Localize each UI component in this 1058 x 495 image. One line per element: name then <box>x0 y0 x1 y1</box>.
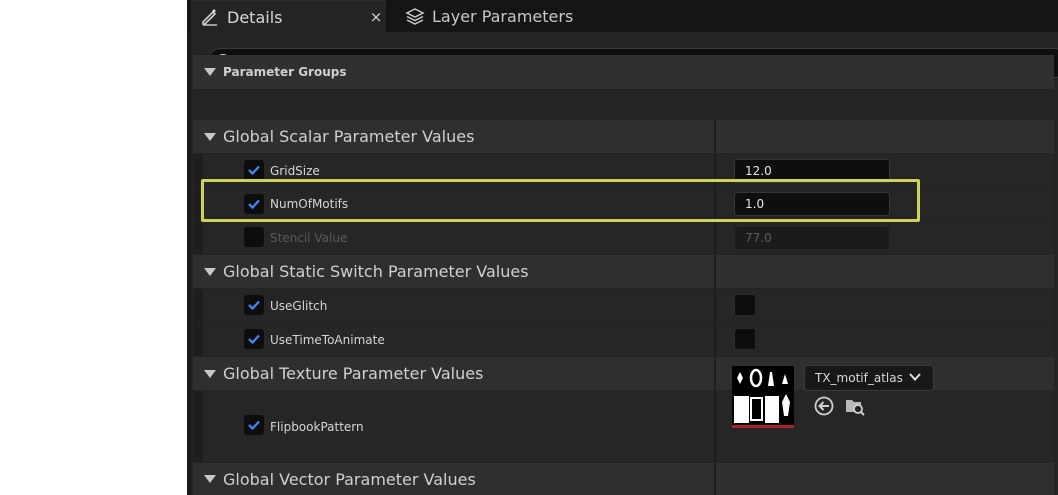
property-row-flipbookpattern: FlipbookPattern <box>193 391 1054 462</box>
category-label: Global Static Switch Parameter Values <box>223 262 529 281</box>
column-divider <box>714 463 716 495</box>
category-label: Global Texture Parameter Values <box>223 364 484 383</box>
category-global-vector[interactable]: Global Vector Parameter Values <box>193 463 1054 495</box>
category-label: Parameter Groups <box>223 65 347 79</box>
value-text: 77.0 <box>745 231 772 245</box>
property-row-stencil-value: Stencil Value 77.0 <box>193 221 1054 254</box>
texture-thumbnail[interactable] <box>732 366 794 425</box>
property-name: UseTimeToAnimate <box>270 332 385 347</box>
override-checkbox[interactable] <box>244 227 264 247</box>
category-global-scalar[interactable]: Global Scalar Parameter Values <box>193 120 1054 153</box>
collapse-arrow-icon[interactable] <box>204 267 216 276</box>
chevron-down-icon <box>909 373 921 381</box>
collapse-arrow-icon[interactable] <box>204 475 216 483</box>
override-checkbox[interactable] <box>244 160 264 180</box>
override-checkbox[interactable] <box>244 329 264 349</box>
collapse-arrow-icon[interactable] <box>204 68 216 76</box>
row-gutter <box>193 289 203 322</box>
column-divider <box>714 221 716 254</box>
pencil-icon <box>199 6 221 28</box>
property-name: UseGlitch <box>270 298 328 313</box>
row-gutter <box>193 221 203 254</box>
close-icon[interactable]: × <box>368 7 384 27</box>
column-divider <box>714 323 716 356</box>
row-gutter <box>193 391 203 462</box>
scalar-value-field[interactable]: 77.0 <box>734 226 890 250</box>
texture-asset-picker[interactable]: TX_motif_atlas <box>804 365 934 391</box>
tab-layer-parameters[interactable]: Layer Parameters <box>396 0 573 32</box>
texture-thumbnail-bar <box>732 425 794 428</box>
column-divider <box>714 255 716 288</box>
use-selected-asset-icon[interactable] <box>813 395 835 417</box>
column-divider <box>714 391 716 462</box>
desktop-background <box>0 0 187 495</box>
collapse-arrow-icon[interactable] <box>204 369 216 378</box>
tab-details-label: Details <box>227 7 283 27</box>
column-divider <box>714 120 716 153</box>
tab-details[interactable]: Details × <box>191 0 386 33</box>
switch-value-checkbox[interactable] <box>734 294 756 316</box>
property-row-usetimetoanimate: UseTimeToAnimate <box>193 323 1054 356</box>
tab-layer-parameters-label: Layer Parameters <box>432 6 574 26</box>
row-gutter <box>193 323 203 356</box>
property-name: Stencil Value <box>270 230 348 245</box>
tab-bar: Details × Layer Parameters <box>187 0 1058 33</box>
override-checkbox[interactable] <box>244 415 264 435</box>
browse-to-asset-icon[interactable] <box>844 395 866 417</box>
category-global-static-switch[interactable]: Global Static Switch Parameter Values <box>193 255 1054 288</box>
category-label: Global Vector Parameter Values <box>223 469 476 489</box>
override-checkbox[interactable] <box>244 295 264 315</box>
column-divider <box>714 357 716 390</box>
collapse-arrow-icon[interactable] <box>204 132 216 141</box>
category-label: Global Scalar Parameter Values <box>223 127 475 146</box>
category-parameter-groups[interactable]: Parameter Groups <box>193 55 1054 89</box>
texture-asset-name: TX_motif_atlas <box>815 371 903 385</box>
highlight-annotation-box <box>201 179 920 222</box>
switch-value-checkbox[interactable] <box>734 328 756 350</box>
column-divider <box>714 289 716 322</box>
property-name: FlipbookPattern <box>270 419 364 434</box>
layers-icon <box>404 5 426 27</box>
details-panel: Details × Layer Parameters Parameter Gro… <box>187 0 1058 495</box>
property-row-useglitch: UseGlitch <box>193 289 1054 322</box>
